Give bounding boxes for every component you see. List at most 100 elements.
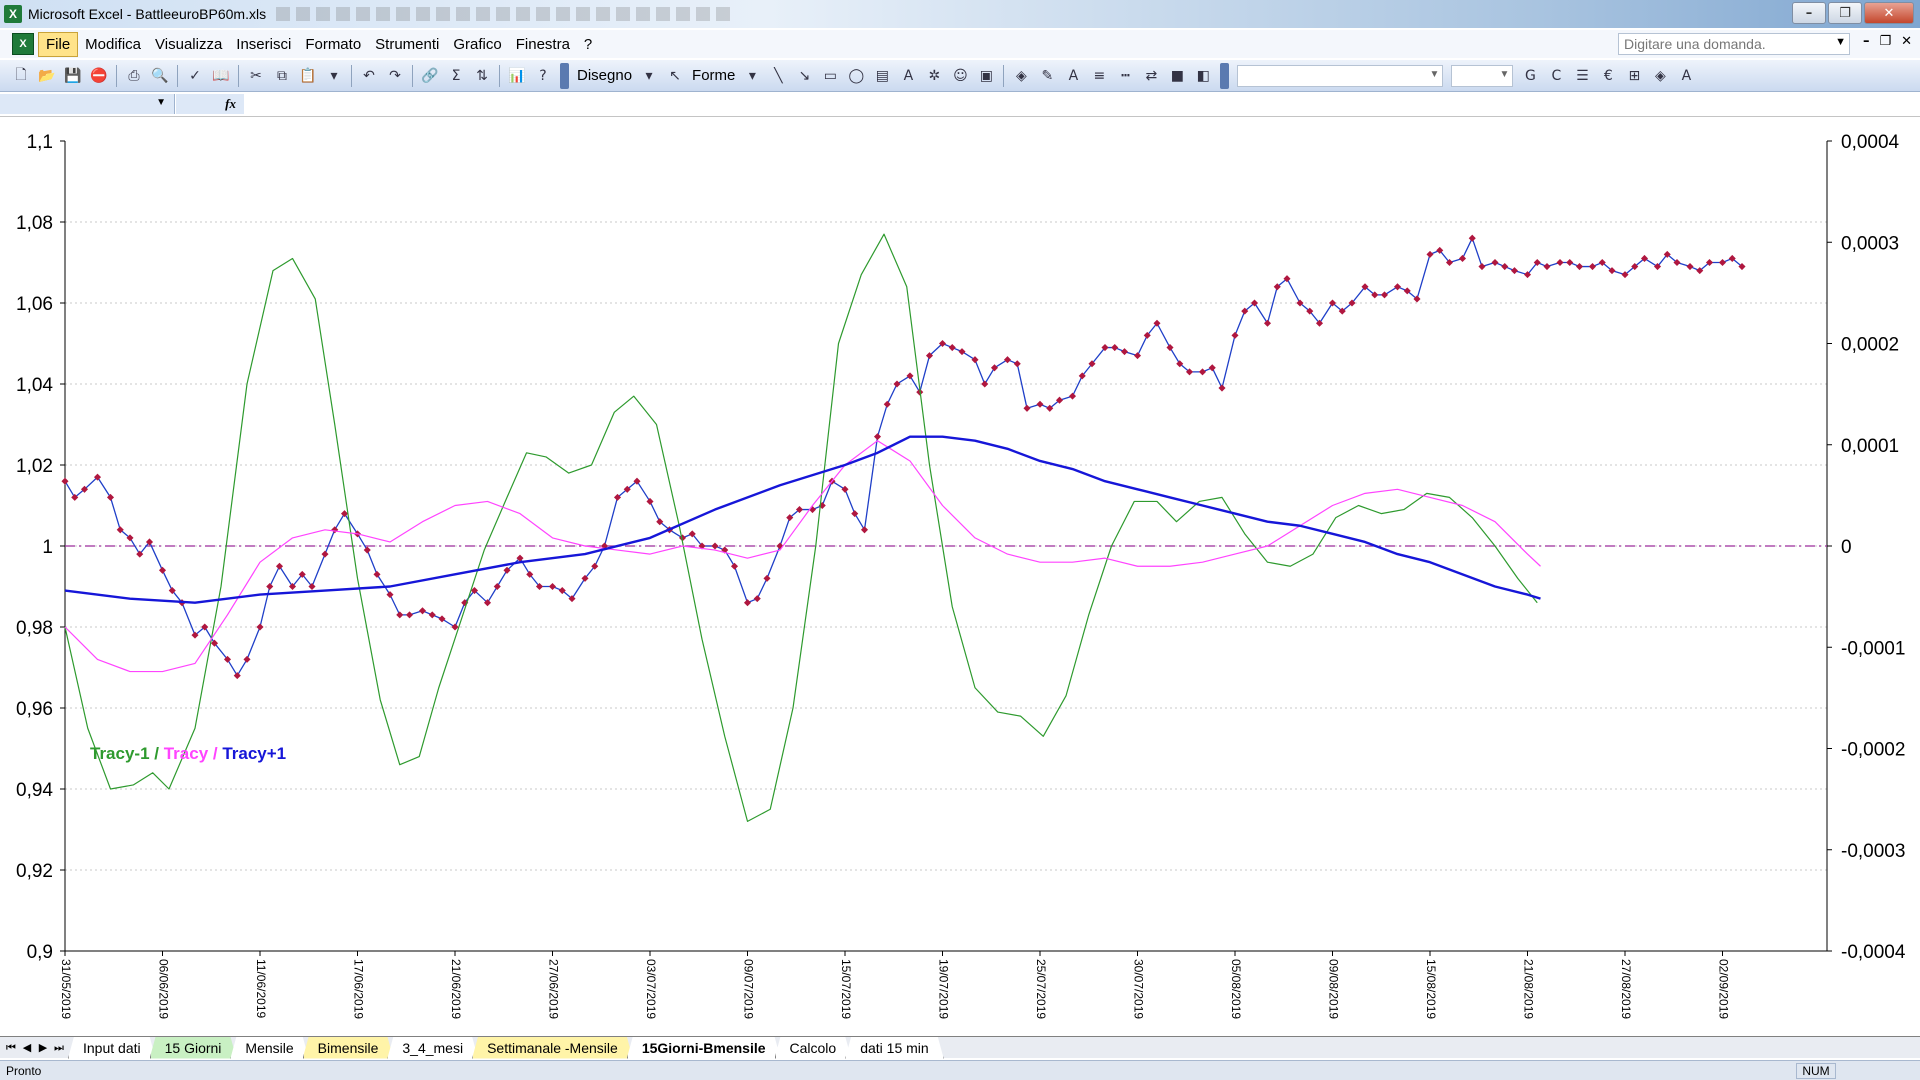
shapes-dropdown-icon[interactable]: ▾ [741, 65, 763, 87]
chart-wizard-icon[interactable]: 📊 [506, 65, 528, 87]
next-sheet-icon[interactable]: ▶ [36, 1041, 50, 1055]
chevron-down-icon[interactable]: ▼ [1835, 36, 1846, 48]
ask-question-input[interactable]: Digitare una domanda. ▼ [1618, 33, 1850, 55]
dash-style-icon[interactable]: ┅ [1114, 65, 1136, 87]
chevron-down-icon[interactable]: ▼ [156, 97, 166, 108]
menu-finestra[interactable]: Finestra [509, 33, 577, 56]
x-tick-label: 06/06/2019 [156, 959, 170, 1019]
close-button[interactable]: ✕ [1864, 2, 1914, 24]
research-icon[interactable]: 📖 [210, 65, 232, 87]
sheet-tab-bimensile[interactable]: Bimensile [303, 1037, 394, 1059]
undo-icon[interactable]: ↶ [358, 65, 380, 87]
sheet-tab-dati-15-min[interactable]: dati 15 min [845, 1037, 943, 1059]
align-icon[interactable]: ☰ [1571, 65, 1593, 87]
workbook-minimize-icon[interactable]: – [1863, 34, 1870, 49]
redo-icon[interactable]: ↷ [384, 65, 406, 87]
sheet-tab-mensile[interactable]: Mensile [230, 1037, 308, 1059]
paste-icon[interactable]: 📋 [297, 65, 319, 87]
euro-icon[interactable]: € [1597, 65, 1619, 87]
legend-part: Tracy [164, 744, 209, 763]
separator [238, 64, 239, 87]
fill-color-icon[interactable]: ◈ [1010, 65, 1032, 87]
print-preview-icon[interactable]: 🔍 [149, 65, 171, 87]
x-tick-label: 25/07/2019 [1034, 959, 1048, 1019]
format-painter-icon[interactable]: ▾ [323, 65, 345, 87]
permission-icon[interactable]: ⛔ [88, 65, 110, 87]
insert-function-icon[interactable]: fx [176, 94, 244, 114]
y-left-tick-label: 1,08 [16, 213, 53, 234]
workbook-restore-icon[interactable]: ❐ [1879, 34, 1891, 49]
menu-strumenti[interactable]: Strumenti [368, 33, 446, 56]
sheet-tab-settimanale-mensile[interactable]: Settimanale -Mensile [472, 1037, 633, 1059]
draw-menu[interactable]: Disegno [573, 67, 636, 84]
y-left-tick-label: 1,04 [16, 375, 53, 396]
copy-icon[interactable]: ⧉ [271, 65, 293, 87]
italic-icon[interactable]: C [1545, 65, 1567, 87]
arrow-icon[interactable]: ↘ [793, 65, 815, 87]
name-box[interactable]: ▼ [0, 94, 175, 114]
chart[interactable]: 0,9 0,92 0,94 0,96 0,98 1 1,02 1,04 1,06 1,08 1,1 -… [0, 118, 1920, 1036]
autosum-icon[interactable]: Σ [445, 65, 467, 87]
sheet-tab-15giorni-bmensile[interactable]: 15Giorni-Bmensile [627, 1037, 781, 1059]
oval-icon[interactable]: ◯ [845, 65, 867, 87]
first-sheet-icon[interactable]: ⏮ [4, 1041, 18, 1055]
sort-icon[interactable]: ⇅ [471, 65, 493, 87]
textbox-icon[interactable]: ▤ [871, 65, 893, 87]
fill-bucket-icon[interactable]: ◈ [1649, 65, 1671, 87]
menu-help[interactable]: ? [577, 33, 599, 56]
bold-icon[interactable]: G [1519, 65, 1541, 87]
new-icon[interactable]: 🗋 [10, 65, 32, 87]
font-size-select[interactable]: ▼ [1451, 64, 1514, 87]
last-sheet-icon[interactable]: ⏭ [52, 1041, 66, 1055]
shapes-menu[interactable]: Forme [688, 67, 739, 84]
open-icon[interactable]: 📂 [36, 65, 58, 87]
3d-icon[interactable]: ◧ [1192, 65, 1214, 87]
prev-sheet-icon[interactable]: ◀ [20, 1041, 34, 1055]
menu-inserisci[interactable]: Inserisci [229, 33, 298, 56]
formula-bar: ▼ fx [0, 93, 1920, 117]
save-icon[interactable]: 💾 [62, 65, 84, 87]
x-tick-label: 30/07/2019 [1131, 959, 1145, 1019]
draw-dropdown-icon[interactable]: ▾ [638, 65, 660, 87]
separator [351, 64, 352, 87]
wordart-icon[interactable]: A [897, 65, 919, 87]
picture-icon[interactable]: ▣ [975, 65, 997, 87]
borders-icon[interactable]: ⊞ [1623, 65, 1645, 87]
line-icon[interactable]: ╲ [767, 65, 789, 87]
diagram-icon[interactable]: ✲ [923, 65, 945, 87]
font-color-icon[interactable]: A [1062, 65, 1084, 87]
menu-file[interactable]: File [38, 31, 79, 57]
help-icon[interactable]: ? [532, 65, 554, 87]
toolbar-options-handle[interactable] [1220, 62, 1230, 89]
line-style-icon[interactable]: ≡ [1088, 65, 1110, 87]
y-left-tick-label: 0,94 [16, 780, 53, 801]
sheet-tab-calcolo[interactable]: Calcolo [775, 1037, 852, 1059]
x-tick-label: 17/06/2019 [351, 959, 365, 1019]
print-icon[interactable]: ⎙ [123, 65, 145, 87]
line-color-icon[interactable]: ✎ [1036, 65, 1058, 87]
shadow-icon[interactable]: ■ [1166, 65, 1188, 87]
workbook-close-icon[interactable]: ✕ [1901, 34, 1912, 49]
hyperlink-icon[interactable]: 🔗 [419, 65, 441, 87]
menu-grafico[interactable]: Grafico [446, 33, 508, 56]
y-left-tick-label: 1,1 [27, 132, 53, 153]
sheet-tab-3-4-mesi[interactable]: 3_4_mesi [387, 1037, 478, 1059]
minimize-button[interactable]: – [1792, 2, 1826, 24]
font-color-icon[interactable]: A [1675, 65, 1697, 87]
sheet-tab-15-giorni[interactable]: 15 Giorni [150, 1037, 237, 1059]
sheet-tab-input-dati[interactable]: Input dati [68, 1037, 156, 1059]
menu-formato[interactable]: Formato [298, 33, 368, 56]
menu-modifica[interactable]: Modifica [78, 33, 148, 56]
toolbar-options-handle[interactable] [560, 62, 569, 89]
spelling-icon[interactable]: ✓ [184, 65, 206, 87]
clipart-icon[interactable]: ☺ [949, 65, 971, 87]
select-objects-icon[interactable]: ↖ [664, 65, 686, 87]
menu-visualizza[interactable]: Visualizza [148, 33, 229, 56]
workbook-icon[interactable]: X [12, 33, 34, 55]
arrow-style-icon[interactable]: ⇄ [1140, 65, 1162, 87]
font-name-select[interactable]: ▼ [1237, 64, 1444, 87]
rectangle-icon[interactable]: ▭ [819, 65, 841, 87]
cut-icon[interactable]: ✂ [245, 65, 267, 87]
maximize-button[interactable]: ❐ [1828, 2, 1862, 24]
chart-sheet[interactable]: 0,9 0,92 0,94 0,96 0,98 1 1,02 1,04 1,06 1,08 1,1 -… [0, 118, 1920, 1036]
